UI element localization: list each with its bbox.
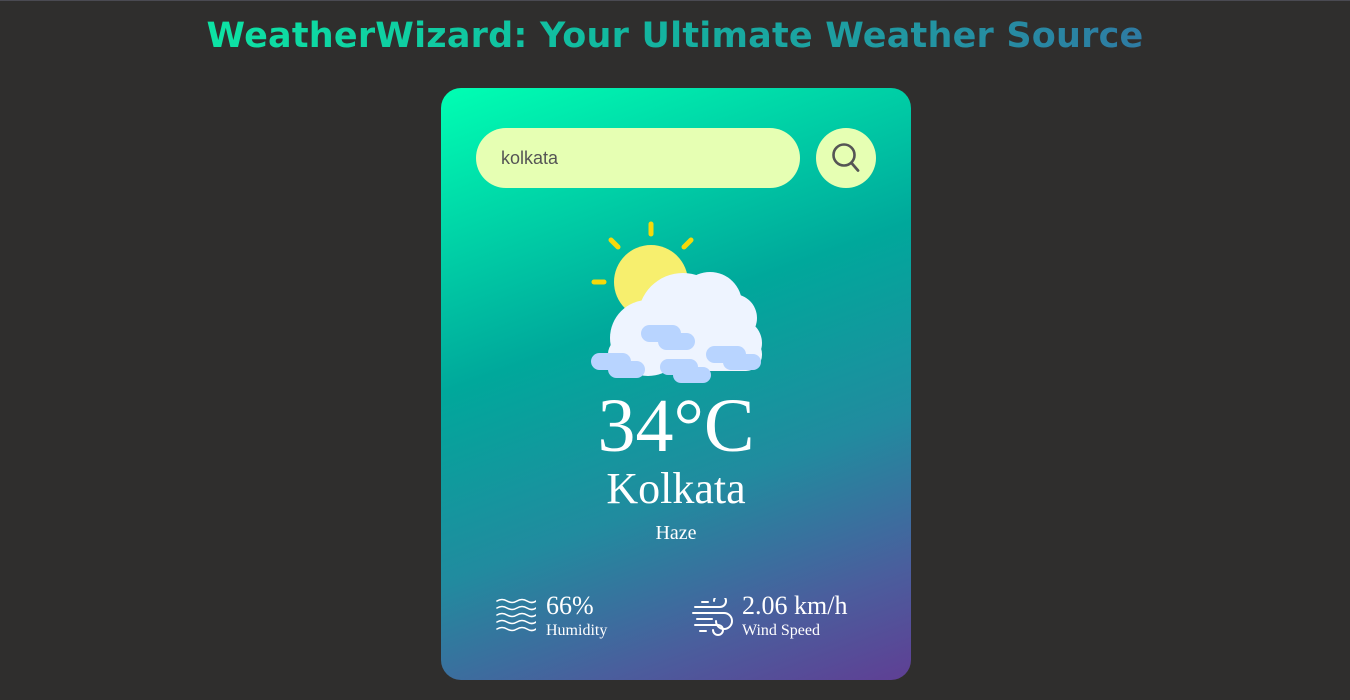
city-name: Kolkata: [606, 464, 746, 513]
weather-condition: Haze: [655, 522, 697, 544]
search-icon: [832, 143, 860, 172]
weather-card: 34°C Kolkata Haze 66% Humidity: [441, 88, 911, 680]
app-title: WeatherWizard: Your Ultimate Weather Sou…: [0, 16, 1350, 56]
top-border: [0, 0, 1350, 1]
app-title-text: WeatherWizard: Your Ultimate Weather Sou…: [206, 16, 1144, 56]
temperature: 34°C: [597, 384, 755, 468]
humidity-icon: [496, 598, 536, 632]
wind-value: 2.06 km/h: [742, 591, 848, 620]
wind-label: Wind Speed: [742, 622, 821, 639]
search-input[interactable]: [476, 128, 800, 188]
search-button[interactable]: [816, 128, 876, 188]
wind-icon: [692, 598, 733, 636]
humidity-value: 66%: [546, 591, 594, 620]
humidity-label: Humidity: [546, 622, 608, 639]
partly-cloudy-icon: [591, 221, 762, 383]
